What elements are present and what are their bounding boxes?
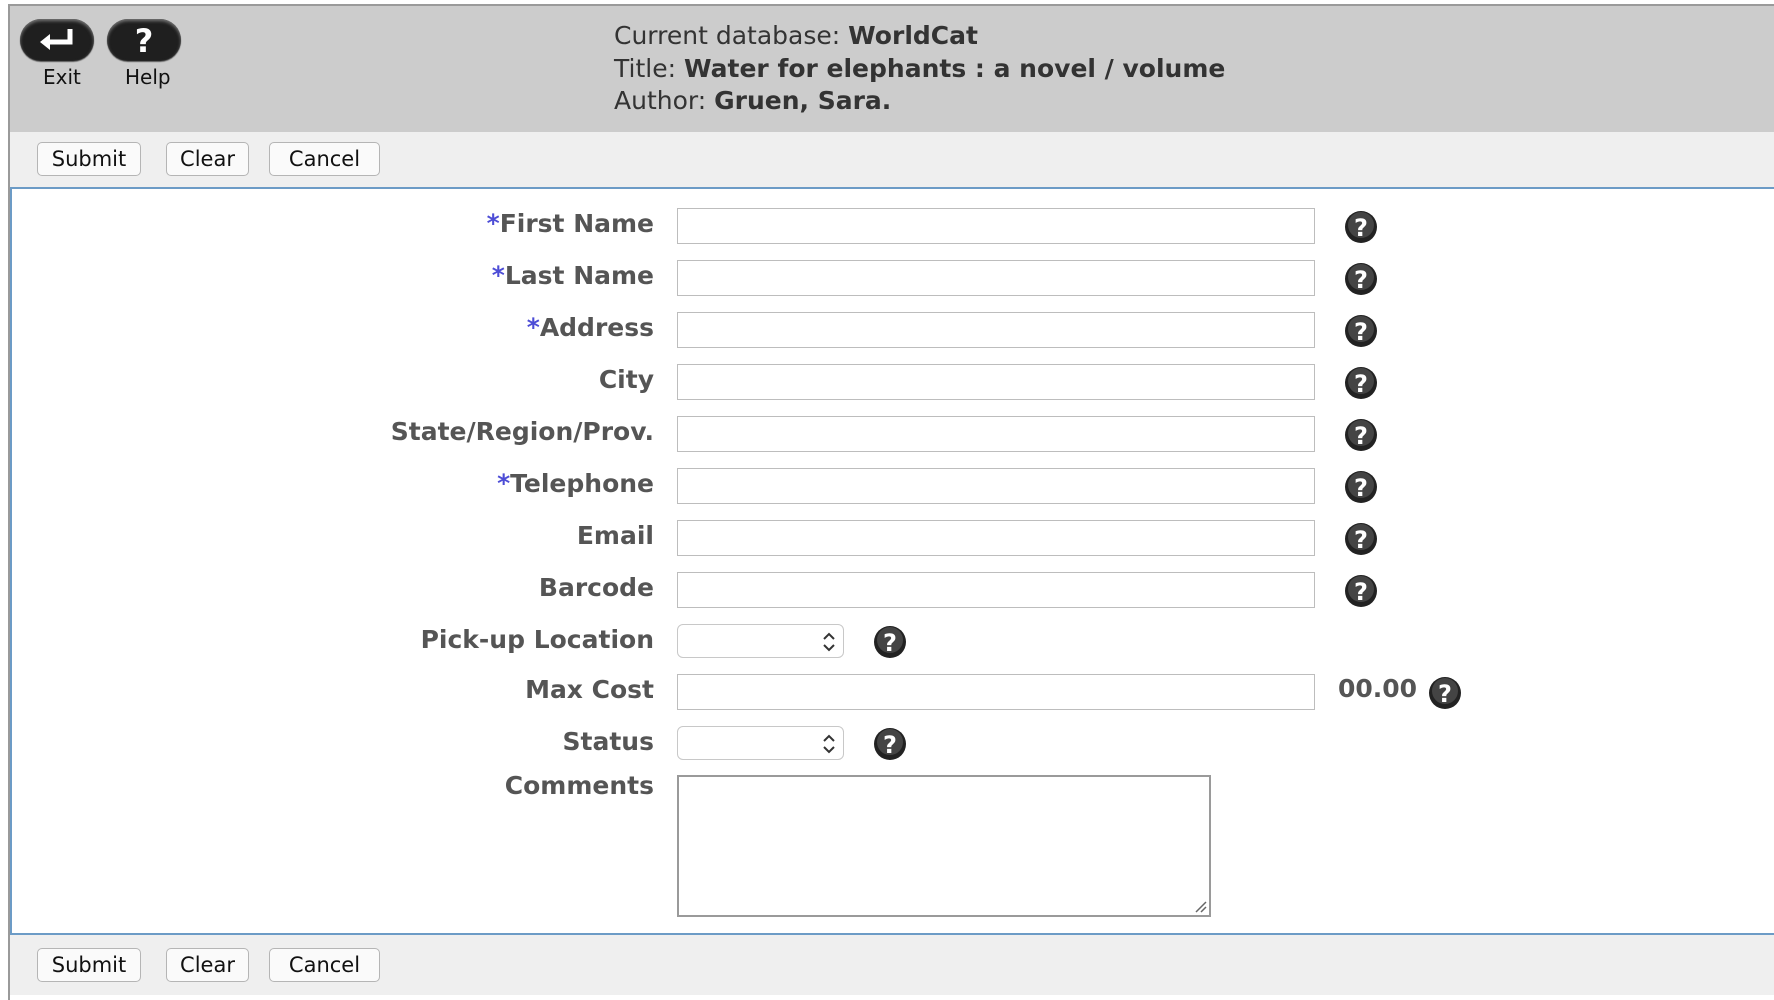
city-input[interactable] bbox=[677, 364, 1315, 400]
help-circle-icon[interactable]: ? bbox=[1428, 676, 1462, 710]
chevron-up-down-icon bbox=[823, 734, 835, 754]
help-circle-icon[interactable]: ? bbox=[1344, 418, 1378, 452]
state-input[interactable] bbox=[677, 416, 1315, 452]
svg-text:?: ? bbox=[1354, 578, 1368, 606]
help-circle-icon[interactable]: ? bbox=[1344, 366, 1378, 400]
max-cost-default: 00.00 bbox=[1338, 674, 1418, 703]
current-database-line: Current database: WorldCat bbox=[614, 21, 978, 50]
pickup-location-select[interactable] bbox=[677, 624, 844, 658]
required-marker: * bbox=[497, 469, 511, 498]
help-button[interactable]: ? bbox=[107, 19, 181, 61]
clear-button[interactable]: Clear bbox=[166, 948, 249, 982]
top-toolbar: Submit Clear Cancel bbox=[10, 132, 1774, 187]
status-select[interactable] bbox=[677, 726, 844, 760]
svg-text:?: ? bbox=[1354, 474, 1368, 502]
svg-text:?: ? bbox=[1354, 266, 1368, 294]
resize-grip-icon[interactable] bbox=[1193, 899, 1207, 913]
submit-button[interactable]: Submit bbox=[37, 948, 141, 982]
bottom-toolbar: Submit Clear Cancel bbox=[10, 935, 1774, 995]
svg-text:?: ? bbox=[135, 23, 154, 57]
cancel-button[interactable]: Cancel bbox=[269, 142, 380, 176]
help-circle-icon[interactable]: ? bbox=[1344, 522, 1378, 556]
first-name-label: *First Name bbox=[487, 209, 654, 238]
help-circle-icon[interactable]: ? bbox=[873, 727, 907, 761]
svg-text:?: ? bbox=[1438, 680, 1452, 708]
header-bar: ? Exit Help Current database: WorldCat T… bbox=[10, 6, 1774, 132]
database-prefix: Current database: bbox=[614, 21, 849, 50]
required-marker: * bbox=[526, 313, 540, 342]
first-name-text: First Name bbox=[499, 209, 654, 238]
status-label: Status bbox=[562, 727, 654, 756]
last-name-label: *Last Name bbox=[492, 261, 654, 290]
chevron-up-down-icon bbox=[823, 632, 835, 652]
address-input[interactable] bbox=[677, 312, 1315, 348]
help-circle-icon[interactable]: ? bbox=[1344, 574, 1378, 608]
svg-text:?: ? bbox=[883, 731, 897, 759]
comments-textarea[interactable] bbox=[677, 775, 1211, 917]
question-mark-icon: ? bbox=[135, 23, 154, 57]
last-name-text: Last Name bbox=[504, 261, 654, 290]
help-circle-icon[interactable]: ? bbox=[1344, 210, 1378, 244]
svg-text:?: ? bbox=[1354, 370, 1368, 398]
state-label: State/Region/Prov. bbox=[390, 417, 654, 446]
title-line: Title: Water for elephants : a novel / v… bbox=[614, 54, 1225, 83]
svg-text:?: ? bbox=[1354, 214, 1368, 242]
svg-text:?: ? bbox=[1354, 422, 1368, 450]
database-name: WorldCat bbox=[848, 21, 978, 50]
telephone-text: Telephone bbox=[510, 469, 654, 498]
help-circle-icon[interactable]: ? bbox=[1344, 314, 1378, 348]
barcode-label: Barcode bbox=[538, 573, 654, 602]
max-cost-input[interactable] bbox=[677, 674, 1315, 710]
email-input[interactable] bbox=[677, 520, 1315, 556]
barcode-input[interactable] bbox=[677, 572, 1315, 608]
svg-text:?: ? bbox=[1354, 318, 1368, 346]
comments-label: Comments bbox=[504, 771, 654, 800]
return-arrow-icon bbox=[40, 29, 73, 50]
title-prefix: Title: bbox=[614, 54, 684, 83]
author-prefix: Author: bbox=[614, 86, 715, 115]
last-name-input[interactable] bbox=[677, 260, 1315, 296]
svg-text:?: ? bbox=[883, 629, 897, 657]
clear-button[interactable]: Clear bbox=[166, 142, 249, 176]
required-marker: * bbox=[486, 209, 500, 238]
author-line: Author: Gruen, Sara. bbox=[614, 86, 891, 115]
svg-text:?: ? bbox=[1354, 526, 1368, 554]
required-marker: * bbox=[491, 261, 505, 290]
item-title: Water for elephants : a novel / volume bbox=[683, 54, 1226, 83]
submit-button[interactable]: Submit bbox=[37, 142, 141, 176]
item-author: Gruen, Sara. bbox=[714, 86, 892, 115]
help-circle-icon[interactable]: ? bbox=[873, 625, 907, 659]
city-label: City bbox=[598, 365, 654, 394]
telephone-label: *Telephone bbox=[497, 469, 654, 498]
first-name-input[interactable] bbox=[677, 208, 1315, 244]
pickup-location-label: Pick-up Location bbox=[420, 625, 654, 654]
exit-button[interactable] bbox=[20, 19, 94, 61]
help-label: Help bbox=[125, 65, 171, 89]
cancel-button[interactable]: Cancel bbox=[269, 948, 380, 982]
address-text: Address bbox=[539, 313, 654, 342]
email-label: Email bbox=[576, 521, 654, 550]
help-circle-icon[interactable]: ? bbox=[1344, 470, 1378, 504]
max-cost-label: Max Cost bbox=[525, 675, 654, 704]
exit-label: Exit bbox=[43, 65, 81, 89]
address-label: *Address bbox=[527, 313, 654, 342]
help-circle-icon[interactable]: ? bbox=[1344, 262, 1378, 296]
telephone-input[interactable] bbox=[677, 468, 1315, 504]
